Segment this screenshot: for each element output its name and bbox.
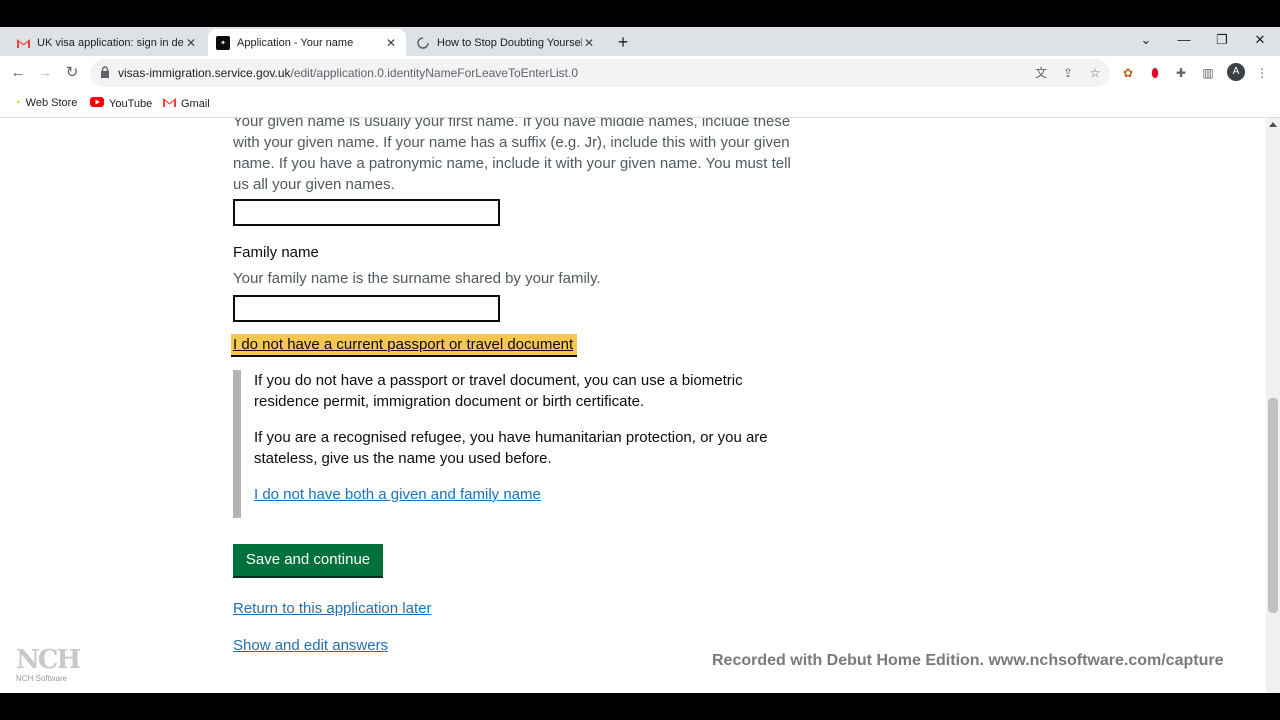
given-name-hint: Your given name is usually your first na…: [233, 118, 791, 193]
kebab-menu-icon[interactable]: ⋮: [1253, 64, 1271, 82]
given-name-input[interactable]: [233, 199, 500, 226]
details-paragraph-biometric: If you do not have a passport or travel …: [254, 372, 743, 410]
bookmark-label: Web Store: [25, 97, 78, 109]
page-content: Your given name is usually your first na…: [0, 118, 1280, 693]
tab-title: How to Stop Doubting Yourself |: [437, 36, 582, 49]
gmail-icon: [163, 97, 176, 110]
details-link-wrapper: I do not have both a given and family na…: [254, 484, 794, 505]
bookmarks-bar: ◔ Web Store YouTube Gmail: [0, 90, 1280, 118]
show-answers-link-wrapper: Show and edit answers: [233, 637, 388, 655]
lock-icon: [101, 66, 109, 78]
family-name-label: Family name: [233, 244, 319, 261]
youtube-icon: [90, 97, 104, 110]
minimize-icon[interactable]: —: [1172, 30, 1196, 50]
url-text: visas-immigration.service.gov.uk/edit/ap…: [118, 66, 578, 80]
bookmark-label: Gmail: [181, 97, 210, 110]
screen-bottom-bar: [0, 693, 1280, 720]
tab-stop-doubting[interactable]: How to Stop Doubting Yourself | ✕: [408, 29, 604, 56]
bookmark-youtube[interactable]: YouTube: [90, 97, 152, 110]
new-tab-plus-icon[interactable]: +: [613, 32, 633, 52]
details-paragraph-refugee: If you are a recognised refugee, you hav…: [254, 429, 768, 467]
family-name-hint: Your family name is the surname shared b…: [233, 270, 601, 287]
bookmark-web-store[interactable]: ◔ Web Store: [14, 97, 77, 109]
return-link-wrapper: Return to this application later: [233, 600, 431, 618]
family-name-input[interactable]: [233, 295, 500, 322]
recording-watermark: Recorded with Debut Home Edition. www.nc…: [712, 652, 1224, 669]
nch-logo-text: NCH: [16, 645, 81, 675]
url-path: /edit/application.0.identityNameForLeave…: [290, 66, 579, 80]
close-window-icon[interactable]: ✕: [1248, 30, 1272, 50]
scroll-up-arrow-icon[interactable]: [1269, 122, 1277, 127]
vertical-scrollbar[interactable]: [1266, 118, 1280, 693]
bookmark-label: YouTube: [109, 97, 153, 110]
bookmark-star-icon[interactable]: ☆: [1087, 65, 1103, 81]
share-icon[interactable]: ⇪: [1060, 65, 1076, 81]
profile-avatar[interactable]: A: [1227, 63, 1245, 81]
no-passport-details-toggle[interactable]: I do not have a current passport or trav…: [231, 334, 578, 357]
nch-logo-subtitle: NCH Software: [16, 674, 68, 683]
forward-arrow-icon[interactable]: →: [35, 63, 55, 83]
extension-icon[interactable]: ✿: [1119, 64, 1137, 82]
tab-gmail-visa[interactable]: UK visa application: sign in detail ✕: [8, 29, 206, 56]
loading-icon: [416, 36, 430, 50]
address-bar[interactable]: visas-immigration.service.gov.uk/edit/ap…: [90, 59, 1110, 87]
restore-icon[interactable]: ❐: [1210, 30, 1234, 50]
close-icon[interactable]: ✕: [384, 36, 398, 50]
back-arrow-icon[interactable]: ←: [8, 63, 28, 83]
puzzle-extensions-icon[interactable]: ✚: [1172, 64, 1190, 82]
nch-logo: NCH NCH Software: [16, 645, 81, 684]
no-given-and-family-name-link[interactable]: I do not have both a given and family na…: [254, 486, 541, 503]
tab-title: UK visa application: sign in detail: [37, 36, 184, 49]
tab-search-chevron-icon[interactable]: ⌄: [1134, 30, 1158, 50]
url-domain: visas-immigration.service.gov.uk: [118, 66, 291, 80]
close-icon[interactable]: ✕: [184, 36, 198, 50]
gmail-icon: [16, 36, 30, 50]
gov-uk-icon: ✦: [216, 35, 230, 50]
close-icon[interactable]: ✕: [582, 36, 596, 50]
tab-application-your-name[interactable]: ✦ Application - Your name ✕: [208, 29, 406, 56]
translate-icon[interactable]: 文: [1033, 65, 1049, 81]
reload-icon[interactable]: ↻: [62, 63, 82, 83]
screen-top-bar: [0, 0, 1280, 27]
show-and-edit-answers-link[interactable]: Show and edit answers: [233, 637, 388, 654]
save-and-continue-button[interactable]: Save and continue: [233, 544, 383, 576]
scroll-thumb[interactable]: [1268, 398, 1278, 613]
tab-strip: UK visa application: sign in detail ✕ ✦ …: [0, 27, 1280, 56]
browser-toolbar: ← → ↻ visas-immigration.service.gov.uk/e…: [0, 56, 1280, 90]
browser-chrome: UK visa application: sign in detail ✕ ✦ …: [0, 27, 1280, 118]
details-body: If you do not have a passport or travel …: [233, 370, 803, 518]
web-store-icon: ◔: [14, 97, 21, 109]
opera-icon[interactable]: ⬮: [1146, 64, 1164, 82]
bookmark-gmail[interactable]: Gmail: [163, 97, 210, 110]
tab-title: Application - Your name: [237, 36, 354, 49]
side-panel-icon[interactable]: ▥: [1199, 64, 1217, 82]
return-later-link[interactable]: Return to this application later: [233, 600, 431, 617]
